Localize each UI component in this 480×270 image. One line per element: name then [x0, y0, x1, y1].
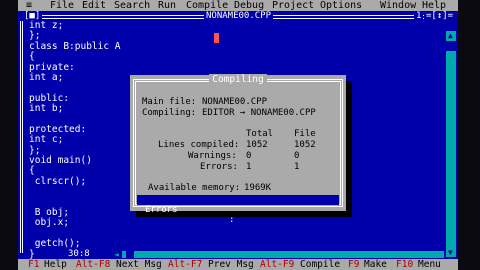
- warnings-label: Warnings:: [188, 151, 237, 161]
- compiling-value: EDITOR → NONAME00.CPP: [202, 108, 316, 118]
- warnings-total-value: 0: [246, 151, 252, 161]
- horizontal-scroll-thumb[interactable]: [126, 251, 134, 258]
- errors-label: Errors:: [200, 162, 238, 172]
- main-file-value: NONAME00.CPP: [202, 97, 268, 107]
- compile-status-text: Errors: [145, 205, 178, 215]
- menu-options[interactable]: Options: [320, 0, 362, 11]
- code-line: class B:public A: [29, 40, 121, 52]
- system-menu[interactable]: ≡: [26, 0, 32, 11]
- menu-help[interactable]: Help: [422, 0, 446, 11]
- status-label-menu: Menu: [418, 259, 441, 270]
- code-line: obj.x;: [29, 217, 70, 229]
- menu-file[interactable]: File: [50, 0, 74, 11]
- status-label-compile: Compile: [300, 259, 341, 270]
- lines-total-value: 1052: [246, 140, 268, 150]
- code-line: int b;: [29, 103, 64, 115]
- compiling-label: Compiling:: [142, 108, 197, 118]
- menu-compile[interactable]: Compile: [186, 0, 228, 11]
- scroll-left-arrow-icon[interactable]: ◄: [114, 250, 119, 259]
- code-line: int a;: [29, 71, 64, 83]
- status-key-compile[interactable]: Alt-F9: [260, 259, 294, 270]
- status-key-next-msg[interactable]: Alt-F8: [76, 259, 110, 270]
- status-key-prev-msg[interactable]: Alt-F7: [168, 259, 202, 270]
- menu-run[interactable]: Run: [158, 0, 176, 11]
- menu-bar: ≡ File Edit Search Run Compile Debug Pro…: [18, 0, 458, 11]
- turbo-cpp-screen: ≡ File Edit Search Run Compile Debug Pro…: [18, 0, 458, 270]
- status-key-make[interactable]: F9: [348, 259, 359, 270]
- vertical-scroll-thumb[interactable]: [446, 41, 456, 51]
- status-label-help: Help: [44, 259, 67, 270]
- available-memory-label: Available memory:: [148, 183, 241, 193]
- total-column-header: Total: [246, 129, 274, 139]
- code-line: int z;: [29, 20, 64, 31]
- status-label-make: Make: [364, 259, 387, 270]
- window-number: 1: [414, 11, 424, 21]
- compile-status-separator: :: [229, 215, 235, 225]
- dialog-title: Compiling: [209, 74, 267, 85]
- status-label-next-msg: Next Msg: [116, 259, 162, 270]
- code-line: clrscr();: [29, 175, 87, 187]
- errors-total-value: 1: [246, 162, 252, 172]
- code-line: void main(): [29, 155, 92, 167]
- status-key-menu[interactable]: F10: [396, 259, 413, 270]
- menu-edit[interactable]: Edit: [82, 0, 106, 11]
- dialog-title-bar: Compiling: [130, 74, 346, 85]
- lines-file-value: 1052: [294, 140, 316, 150]
- code-line: int c;: [29, 134, 64, 146]
- editor-filename: NONAME00.CPP: [204, 11, 274, 21]
- compiling-dialog: Compiling Main file: NONAME00.CPP Compil…: [130, 74, 346, 225]
- main-file-label: Main file:: [142, 97, 197, 107]
- warnings-file-value: 0: [294, 151, 300, 161]
- status-bar: F1 Help Alt-F8 Next Msg Alt-F7 Prev Msg …: [18, 259, 458, 270]
- menu-debug[interactable]: Debug: [234, 0, 264, 11]
- code-line: {: [29, 51, 35, 63]
- cursor-position: 30:8: [68, 249, 90, 259]
- editor-title-bar: [■] NONAME00.CPP 1 =[↕]=: [18, 11, 458, 21]
- menu-project[interactable]: Project: [272, 0, 314, 11]
- compile-status-bar: Errors :: [137, 195, 339, 225]
- code-area[interactable]: int z; }; class B:public A { private: in…: [29, 20, 121, 260]
- menu-window[interactable]: Window: [380, 0, 416, 11]
- left-frame: [20, 21, 23, 253]
- status-label-prev-msg: Prev Msg: [208, 259, 254, 270]
- file-column-header: File: [294, 129, 316, 139]
- text-cursor: [214, 33, 219, 43]
- horizontal-scrollbar[interactable]: ◄ ►: [114, 250, 452, 259]
- available-memory-value: 1969K: [244, 183, 272, 193]
- lines-compiled-label: Lines compiled:: [158, 140, 240, 150]
- scroll-right-arrow-icon[interactable]: ►: [447, 250, 452, 259]
- scroll-up-arrow-icon[interactable]: ▲: [448, 31, 453, 40]
- zoom-box[interactable]: =[↕]=: [424, 11, 456, 21]
- status-key-help[interactable]: F1: [28, 259, 39, 270]
- menu-search[interactable]: Search: [114, 0, 150, 11]
- vertical-scrollbar[interactable]: ▲ ▼: [446, 31, 456, 257]
- errors-file-value: 1: [294, 162, 300, 172]
